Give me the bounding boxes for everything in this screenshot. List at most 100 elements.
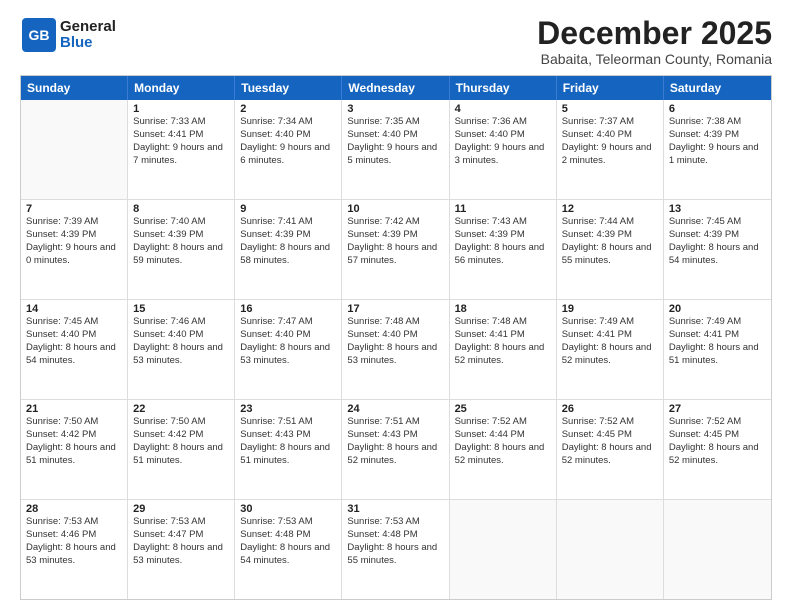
day-number: 7 [26, 203, 122, 215]
day-number: 16 [240, 303, 336, 315]
calendar-row-3: 14Sunrise: 7:45 AMSunset: 4:40 PMDayligh… [21, 299, 771, 399]
day-number: 25 [455, 403, 551, 415]
day-number: 6 [669, 103, 766, 115]
header-day-friday: Friday [557, 76, 664, 100]
cell-info: Sunrise: 7:47 AMSunset: 4:40 PMDaylight:… [240, 316, 336, 367]
cell-info: Sunrise: 7:38 AMSunset: 4:39 PMDaylight:… [669, 116, 766, 167]
calendar-cell-22: 22Sunrise: 7:50 AMSunset: 4:42 PMDayligh… [128, 400, 235, 499]
calendar-cell-18: 18Sunrise: 7:48 AMSunset: 4:41 PMDayligh… [450, 300, 557, 399]
calendar-cell-empty-4-4 [450, 500, 557, 599]
day-number: 27 [669, 403, 766, 415]
day-number: 15 [133, 303, 229, 315]
calendar-cell-14: 14Sunrise: 7:45 AMSunset: 4:40 PMDayligh… [21, 300, 128, 399]
day-number: 24 [347, 403, 443, 415]
cell-info: Sunrise: 7:52 AMSunset: 4:44 PMDaylight:… [455, 416, 551, 467]
calendar-cell-28: 28Sunrise: 7:53 AMSunset: 4:46 PMDayligh… [21, 500, 128, 599]
cell-info: Sunrise: 7:48 AMSunset: 4:40 PMDaylight:… [347, 316, 443, 367]
header-day-tuesday: Tuesday [235, 76, 342, 100]
cell-info: Sunrise: 7:53 AMSunset: 4:47 PMDaylight:… [133, 516, 229, 567]
day-number: 20 [669, 303, 766, 315]
calendar-cell-17: 17Sunrise: 7:48 AMSunset: 4:40 PMDayligh… [342, 300, 449, 399]
header-day-sunday: Sunday [21, 76, 128, 100]
calendar-body: 1Sunrise: 7:33 AMSunset: 4:41 PMDaylight… [21, 100, 771, 599]
cell-info: Sunrise: 7:49 AMSunset: 4:41 PMDaylight:… [669, 316, 766, 367]
header: GB General Blue December 2025 Babaita, T… [20, 16, 772, 67]
calendar-cell-empty-4-5 [557, 500, 664, 599]
day-number: 1 [133, 103, 229, 115]
day-number: 17 [347, 303, 443, 315]
cell-info: Sunrise: 7:53 AMSunset: 4:46 PMDaylight:… [26, 516, 122, 567]
day-number: 23 [240, 403, 336, 415]
calendar-cell-16: 16Sunrise: 7:47 AMSunset: 4:40 PMDayligh… [235, 300, 342, 399]
day-number: 5 [562, 103, 658, 115]
cell-info: Sunrise: 7:41 AMSunset: 4:39 PMDaylight:… [240, 216, 336, 267]
title-block: December 2025 Babaita, Teleorman County,… [537, 16, 772, 67]
calendar-cell-13: 13Sunrise: 7:45 AMSunset: 4:39 PMDayligh… [664, 200, 771, 299]
cell-info: Sunrise: 7:39 AMSunset: 4:39 PMDaylight:… [26, 216, 122, 267]
day-number: 30 [240, 503, 336, 515]
day-number: 28 [26, 503, 122, 515]
logo-general: General [60, 19, 116, 36]
calendar-cell-21: 21Sunrise: 7:50 AMSunset: 4:42 PMDayligh… [21, 400, 128, 499]
cell-info: Sunrise: 7:48 AMSunset: 4:41 PMDaylight:… [455, 316, 551, 367]
calendar-header: SundayMondayTuesdayWednesdayThursdayFrid… [21, 76, 771, 100]
calendar-cell-2: 2Sunrise: 7:34 AMSunset: 4:40 PMDaylight… [235, 100, 342, 199]
calendar: SundayMondayTuesdayWednesdayThursdayFrid… [20, 75, 772, 600]
day-number: 10 [347, 203, 443, 215]
cell-info: Sunrise: 7:50 AMSunset: 4:42 PMDaylight:… [26, 416, 122, 467]
calendar-cell-29: 29Sunrise: 7:53 AMSunset: 4:47 PMDayligh… [128, 500, 235, 599]
day-number: 2 [240, 103, 336, 115]
cell-info: Sunrise: 7:51 AMSunset: 4:43 PMDaylight:… [347, 416, 443, 467]
calendar-cell-1: 1Sunrise: 7:33 AMSunset: 4:41 PMDaylight… [128, 100, 235, 199]
calendar-cell-7: 7Sunrise: 7:39 AMSunset: 4:39 PMDaylight… [21, 200, 128, 299]
calendar-cell-26: 26Sunrise: 7:52 AMSunset: 4:45 PMDayligh… [557, 400, 664, 499]
header-day-monday: Monday [128, 76, 235, 100]
calendar-cell-5: 5Sunrise: 7:37 AMSunset: 4:40 PMDaylight… [557, 100, 664, 199]
cell-info: Sunrise: 7:44 AMSunset: 4:39 PMDaylight:… [562, 216, 658, 267]
cell-info: Sunrise: 7:50 AMSunset: 4:42 PMDaylight:… [133, 416, 229, 467]
header-day-thursday: Thursday [450, 76, 557, 100]
cell-info: Sunrise: 7:45 AMSunset: 4:39 PMDaylight:… [669, 216, 766, 267]
calendar-cell-empty-0-0 [21, 100, 128, 199]
svg-text:GB: GB [29, 27, 50, 43]
day-number: 19 [562, 303, 658, 315]
calendar-cell-10: 10Sunrise: 7:42 AMSunset: 4:39 PMDayligh… [342, 200, 449, 299]
calendar-cell-24: 24Sunrise: 7:51 AMSunset: 4:43 PMDayligh… [342, 400, 449, 499]
cell-info: Sunrise: 7:46 AMSunset: 4:40 PMDaylight:… [133, 316, 229, 367]
calendar-cell-empty-4-6 [664, 500, 771, 599]
calendar-row-5: 28Sunrise: 7:53 AMSunset: 4:46 PMDayligh… [21, 499, 771, 599]
calendar-cell-12: 12Sunrise: 7:44 AMSunset: 4:39 PMDayligh… [557, 200, 664, 299]
calendar-page: GB General Blue December 2025 Babaita, T… [0, 0, 792, 612]
day-number: 22 [133, 403, 229, 415]
cell-info: Sunrise: 7:40 AMSunset: 4:39 PMDaylight:… [133, 216, 229, 267]
cell-info: Sunrise: 7:42 AMSunset: 4:39 PMDaylight:… [347, 216, 443, 267]
calendar-cell-31: 31Sunrise: 7:53 AMSunset: 4:48 PMDayligh… [342, 500, 449, 599]
cell-info: Sunrise: 7:34 AMSunset: 4:40 PMDaylight:… [240, 116, 336, 167]
day-number: 4 [455, 103, 551, 115]
cell-info: Sunrise: 7:53 AMSunset: 4:48 PMDaylight:… [240, 516, 336, 567]
header-day-wednesday: Wednesday [342, 76, 449, 100]
cell-info: Sunrise: 7:49 AMSunset: 4:41 PMDaylight:… [562, 316, 658, 367]
logo-blue: Blue [60, 35, 116, 52]
day-number: 21 [26, 403, 122, 415]
day-number: 14 [26, 303, 122, 315]
location-subtitle: Babaita, Teleorman County, Romania [537, 51, 772, 67]
calendar-row-2: 7Sunrise: 7:39 AMSunset: 4:39 PMDaylight… [21, 199, 771, 299]
header-day-saturday: Saturday [664, 76, 771, 100]
month-title: December 2025 [537, 16, 772, 51]
calendar-cell-23: 23Sunrise: 7:51 AMSunset: 4:43 PMDayligh… [235, 400, 342, 499]
calendar-cell-3: 3Sunrise: 7:35 AMSunset: 4:40 PMDaylight… [342, 100, 449, 199]
calendar-cell-20: 20Sunrise: 7:49 AMSunset: 4:41 PMDayligh… [664, 300, 771, 399]
day-number: 8 [133, 203, 229, 215]
cell-info: Sunrise: 7:45 AMSunset: 4:40 PMDaylight:… [26, 316, 122, 367]
calendar-cell-8: 8Sunrise: 7:40 AMSunset: 4:39 PMDaylight… [128, 200, 235, 299]
cell-info: Sunrise: 7:52 AMSunset: 4:45 PMDaylight:… [669, 416, 766, 467]
day-number: 11 [455, 203, 551, 215]
calendar-cell-30: 30Sunrise: 7:53 AMSunset: 4:48 PMDayligh… [235, 500, 342, 599]
calendar-row-1: 1Sunrise: 7:33 AMSunset: 4:41 PMDaylight… [21, 100, 771, 199]
cell-info: Sunrise: 7:37 AMSunset: 4:40 PMDaylight:… [562, 116, 658, 167]
calendar-cell-19: 19Sunrise: 7:49 AMSunset: 4:41 PMDayligh… [557, 300, 664, 399]
calendar-cell-15: 15Sunrise: 7:46 AMSunset: 4:40 PMDayligh… [128, 300, 235, 399]
calendar-cell-25: 25Sunrise: 7:52 AMSunset: 4:44 PMDayligh… [450, 400, 557, 499]
calendar-cell-9: 9Sunrise: 7:41 AMSunset: 4:39 PMDaylight… [235, 200, 342, 299]
